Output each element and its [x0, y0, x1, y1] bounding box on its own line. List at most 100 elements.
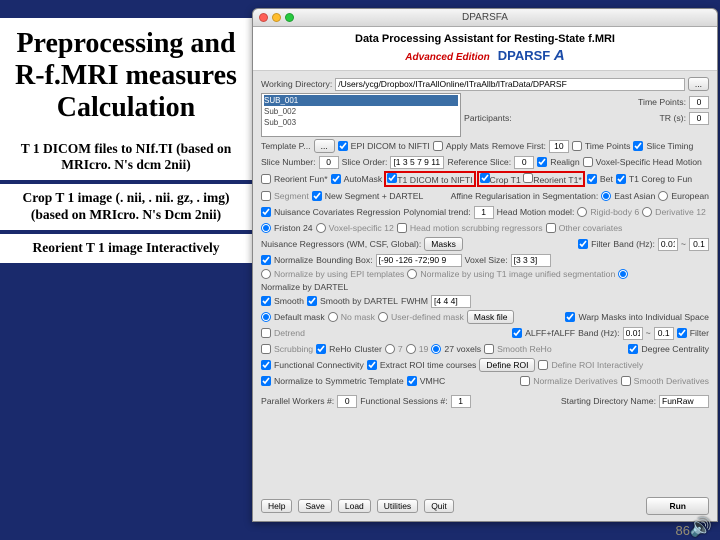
usermask-rb[interactable]	[378, 312, 388, 322]
vmhc-cb[interactable]	[407, 376, 417, 386]
reho-cb[interactable]	[316, 344, 326, 354]
voxsize-input[interactable]	[511, 254, 551, 267]
normdartel-rb[interactable]	[618, 269, 628, 279]
scrub-cb[interactable]	[261, 344, 271, 354]
window-title: DPARSFA	[253, 12, 717, 23]
fwhm-input[interactable]	[431, 295, 471, 308]
page-number: 86	[676, 523, 690, 538]
subject-list[interactable]: SUB_001 Sub_002 Sub_003	[261, 93, 461, 137]
brand-label: DPARSF A	[498, 47, 565, 64]
bbox-input[interactable]	[376, 254, 462, 267]
nomask-rb[interactable]	[328, 312, 338, 322]
t1dicom-cb[interactable]	[387, 173, 397, 183]
tp-label: Time Points:	[638, 97, 686, 107]
voxel12-rb[interactable]	[316, 223, 326, 233]
warpmask-cb[interactable]	[565, 312, 575, 322]
slicetiming-cb[interactable]	[633, 141, 643, 151]
list-item[interactable]: SUB_001	[264, 95, 458, 106]
list-item[interactable]: Sub_003	[264, 117, 458, 128]
masks-button[interactable]: Masks	[424, 237, 463, 251]
defmask-rb[interactable]	[261, 312, 271, 322]
slicenum-input[interactable]	[319, 156, 339, 169]
deriv12-rb[interactable]	[642, 207, 652, 217]
participants-label: Participants:	[464, 113, 512, 123]
refslice-input[interactable]	[514, 156, 534, 169]
normsym-cb[interactable]	[261, 376, 271, 386]
eastasian-rb[interactable]	[601, 191, 611, 201]
filter-cb[interactable]	[578, 239, 588, 249]
reorientt1-cb[interactable]	[523, 173, 533, 183]
tr-input[interactable]	[689, 112, 709, 125]
list-item[interactable]: Sub_002	[264, 106, 458, 117]
removefirst-input[interactable]	[549, 140, 569, 153]
cropt1-cb[interactable]	[480, 173, 490, 183]
normderiv-cb[interactable]	[520, 376, 530, 386]
header: Data Processing Assistant for Resting-St…	[253, 27, 717, 71]
voxelhm-cb[interactable]	[583, 157, 593, 167]
alff-lo-input[interactable]	[623, 327, 643, 340]
filter2-cb[interactable]	[677, 328, 687, 338]
realign-cb[interactable]	[537, 157, 547, 167]
filter-hi-input[interactable]	[689, 238, 709, 251]
polytrend-input[interactable]	[474, 206, 494, 219]
fs-input[interactable]	[451, 395, 471, 408]
wd-browse-button[interactable]: ...	[688, 77, 709, 91]
sliceorder-input[interactable]	[390, 156, 444, 169]
alff-hi-input[interactable]	[654, 327, 674, 340]
smoothdartel-cb[interactable]	[307, 296, 317, 306]
fc-cb[interactable]	[261, 360, 271, 370]
wd-input[interactable]	[335, 78, 685, 91]
t1coreg-cb[interactable]	[616, 174, 626, 184]
template-label: Template P...	[261, 141, 311, 151]
nuisance-cb[interactable]	[261, 207, 271, 217]
tpcount-cb[interactable]	[572, 141, 582, 151]
normepi-rb[interactable]	[261, 269, 271, 279]
slide-body-1: T 1 DICOM files to NIf.TI (based on MRIc…	[0, 135, 252, 181]
dc-cb[interactable]	[628, 344, 638, 354]
normt1-rb[interactable]	[407, 269, 417, 279]
automask-cb[interactable]	[331, 174, 341, 184]
segment-cb[interactable]	[261, 191, 271, 201]
roilist-cb[interactable]	[367, 360, 377, 370]
c27-rb[interactable]	[431, 344, 441, 354]
smreho-cb[interactable]	[484, 344, 494, 354]
slide-body-2: Crop T 1 image (. nii, . nii. gz, . img)…	[0, 184, 252, 230]
epi2nifti-cb[interactable]	[338, 141, 348, 151]
template-button[interactable]: ...	[314, 139, 335, 153]
tr-label: TR (s):	[659, 113, 686, 123]
applymats-cb[interactable]	[433, 141, 443, 151]
bet-cb[interactable]	[587, 174, 597, 184]
european-rb[interactable]	[658, 191, 668, 201]
titlebar: DPARSFA	[253, 9, 717, 27]
maskfile-button[interactable]: Mask file	[467, 310, 515, 324]
startdir-input[interactable]	[659, 395, 709, 408]
speaker-icon: 🔊	[690, 517, 712, 538]
c7-rb[interactable]	[385, 344, 395, 354]
run-button[interactable]: Run	[646, 497, 709, 515]
c19-rb[interactable]	[406, 344, 416, 354]
roiint-cb[interactable]	[538, 360, 548, 370]
defineroi-button[interactable]: Define ROI	[479, 358, 535, 372]
normalize-cb[interactable]	[261, 255, 271, 265]
detrend-cb[interactable]	[261, 328, 271, 338]
tp-input[interactable]	[689, 96, 709, 109]
reorientfun-cb[interactable]	[261, 174, 271, 184]
rigid6-rb[interactable]	[577, 207, 587, 217]
footer: Help Save Load Utilities Quit Run	[261, 497, 709, 515]
friston-rb[interactable]	[261, 223, 271, 233]
help-button[interactable]: Help	[261, 499, 292, 513]
othercov-cb[interactable]	[546, 223, 556, 233]
hmscrub-cb[interactable]	[397, 223, 407, 233]
alff-cb[interactable]	[512, 328, 522, 338]
utilities-button[interactable]: Utilities	[377, 499, 418, 513]
smooth-cb[interactable]	[261, 296, 271, 306]
wd-label: Working Directory:	[261, 79, 332, 89]
load-button[interactable]: Load	[338, 499, 371, 513]
quit-button[interactable]: Quit	[424, 499, 454, 513]
pw-input[interactable]	[337, 395, 357, 408]
newseg-cb[interactable]	[312, 191, 322, 201]
smderiv-cb[interactable]	[621, 376, 631, 386]
slide-body-3: Reorient T 1 image Interactively	[0, 234, 252, 263]
filter-lo-input[interactable]	[658, 238, 678, 251]
save-button[interactable]: Save	[298, 499, 331, 513]
